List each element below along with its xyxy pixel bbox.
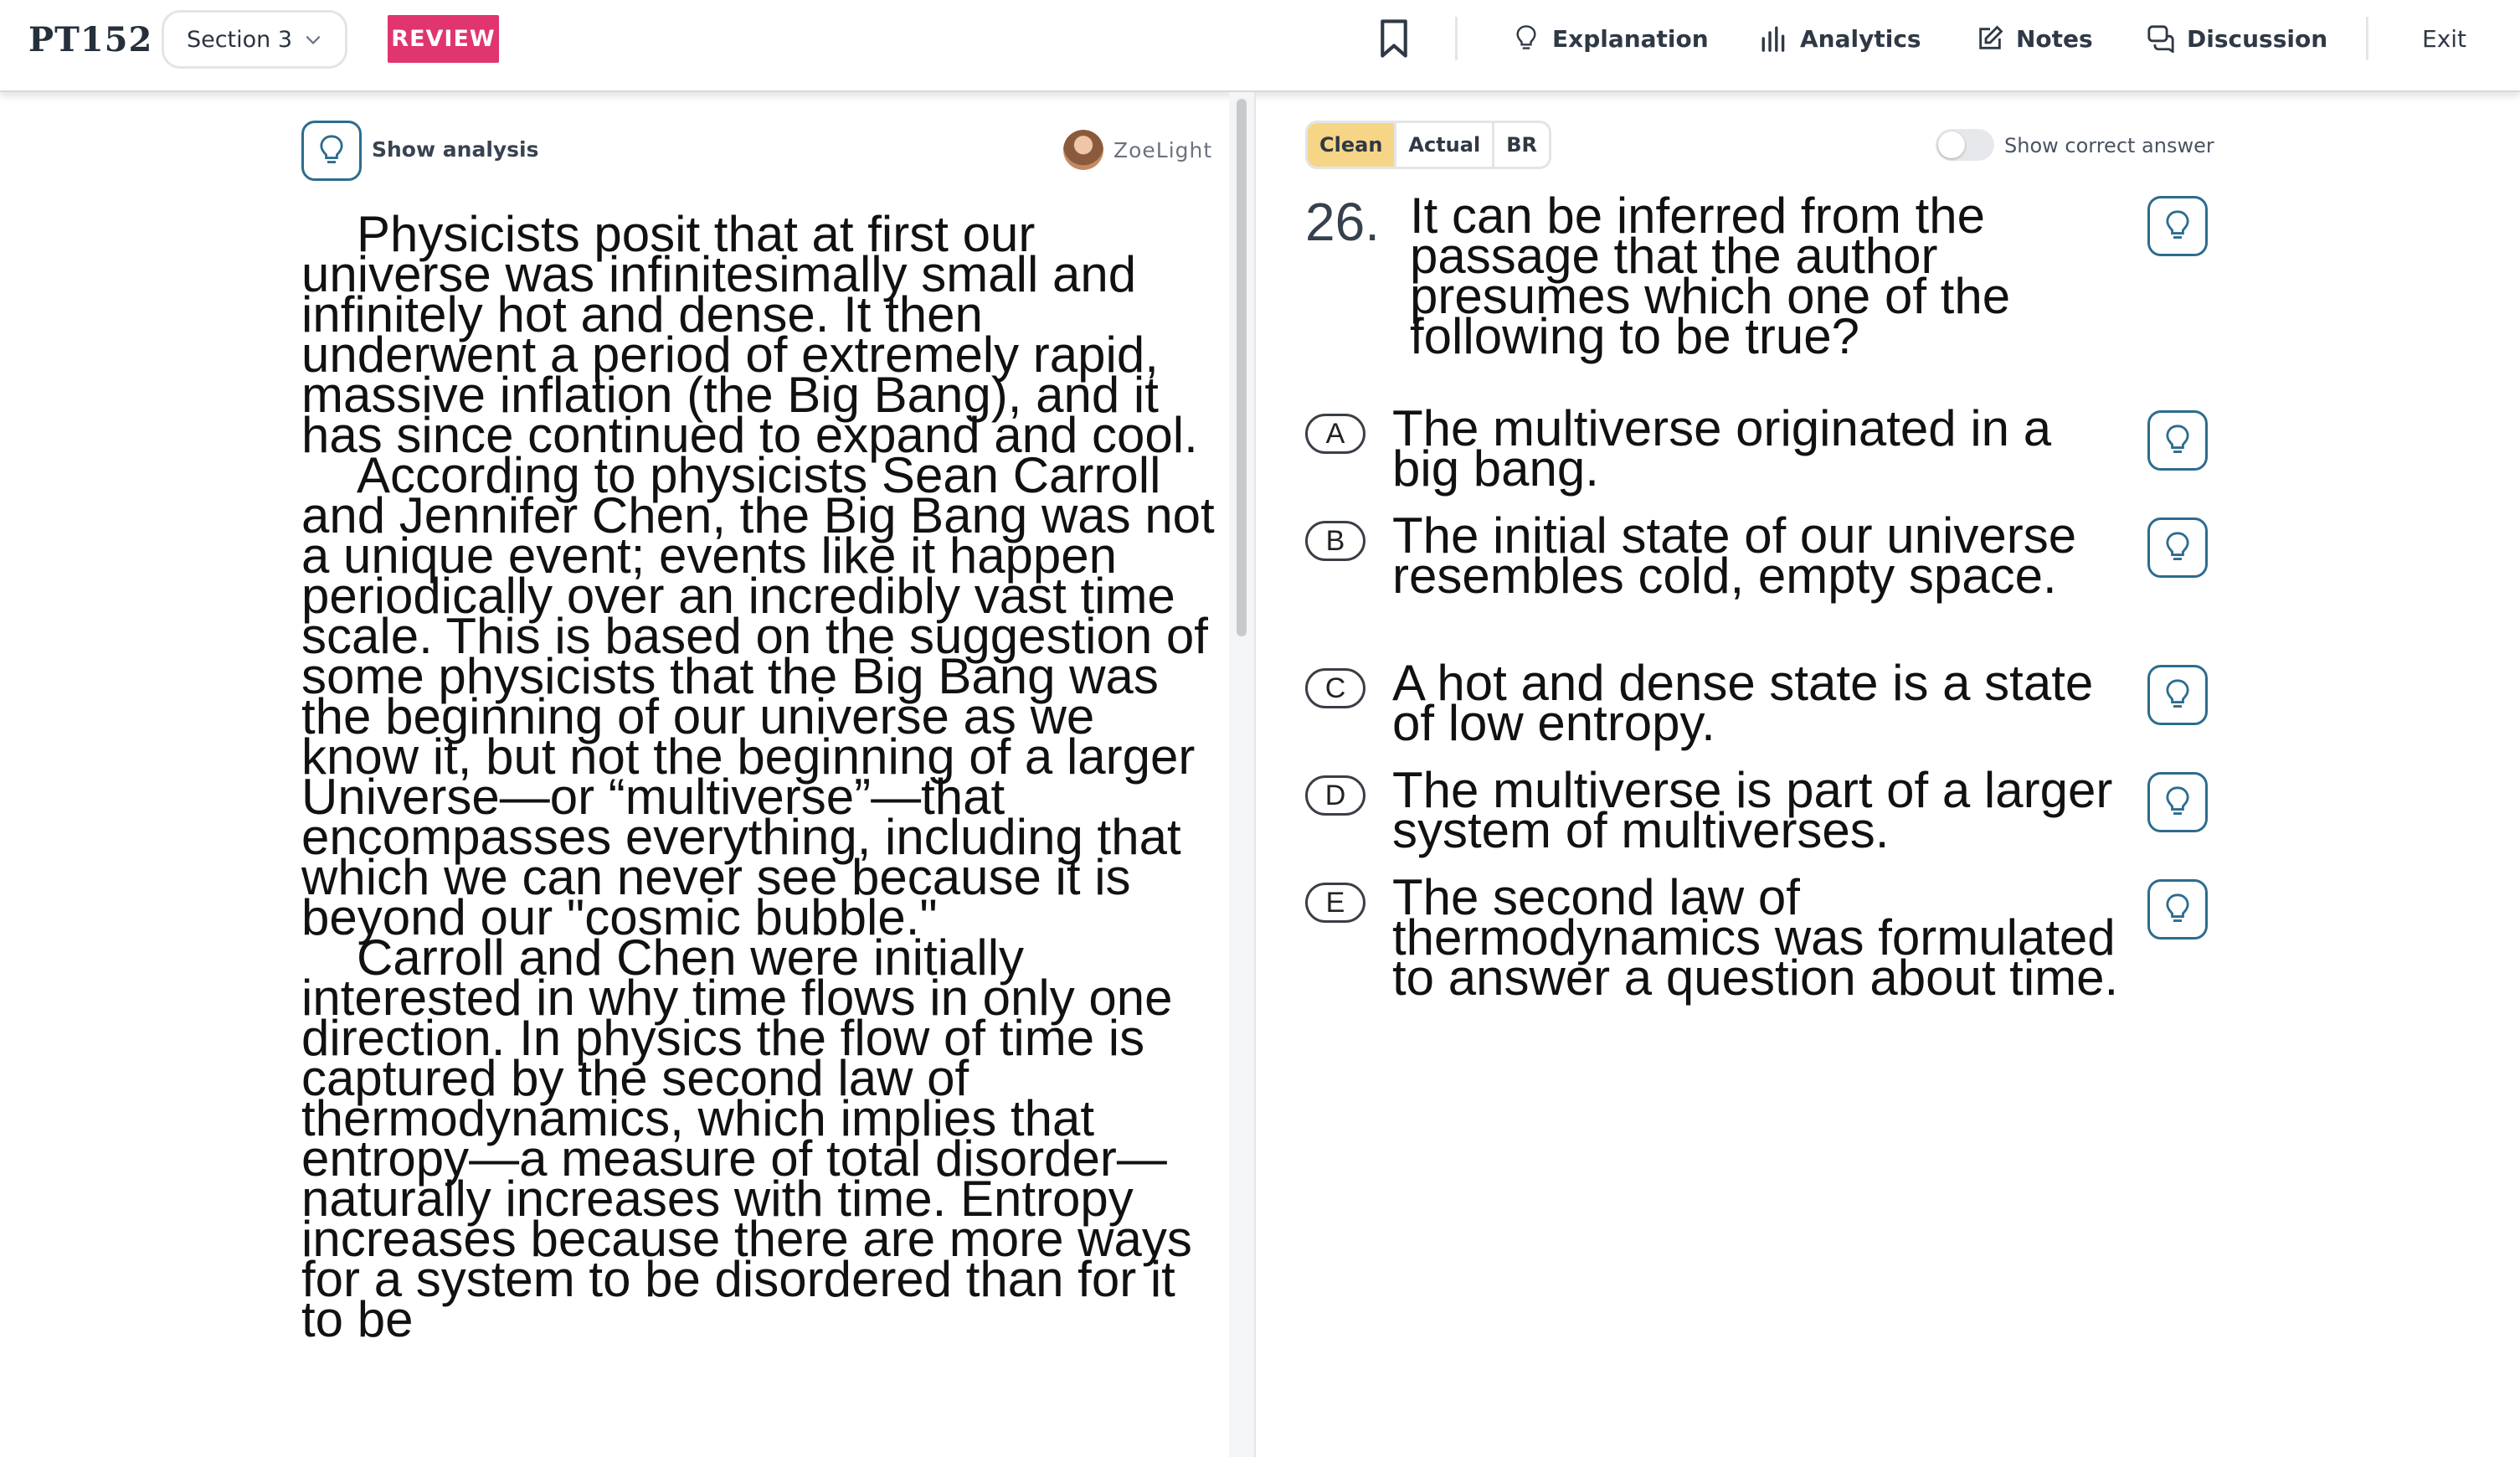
discussion-label: Discussion <box>2187 24 2328 53</box>
toolbar-divider <box>2366 17 2368 60</box>
toolbar-divider <box>1455 17 1458 60</box>
tab-actual[interactable]: Actual <box>1396 123 1495 167</box>
avatar[interactable] <box>1063 130 1103 170</box>
lightbulb-icon <box>2166 210 2189 239</box>
choice-e-text[interactable]: The second law of thermodynamics was for… <box>1392 873 2129 1003</box>
scrollbar-thumb[interactable] <box>1237 99 1247 636</box>
toggle-knob <box>1938 131 1965 158</box>
analytics-button[interactable]: Analytics <box>1760 20 1921 57</box>
choice-e-bubble[interactable]: E <box>1305 883 1365 923</box>
show-analysis-label[interactable]: Show analysis <box>372 137 539 162</box>
lightbulb-icon <box>2166 679 2189 708</box>
exit-label: Exit <box>2422 24 2467 53</box>
passage-text: Physicists posit that at first our unive… <box>301 206 1218 1347</box>
lightbulb-icon <box>2166 893 2189 922</box>
bookmark-icon[interactable] <box>1376 18 1412 59</box>
show-correct-answer-label[interactable]: Show correct answer <box>2004 134 2214 157</box>
lightbulb-icon <box>2166 425 2189 453</box>
choice-d-hint-button[interactable] <box>2147 772 2208 832</box>
mode-tabs: Clean Actual BR <box>1305 121 1551 169</box>
passage-paragraph: Physicists posit that at first our unive… <box>301 206 1198 463</box>
choice-b-text[interactable]: The initial state of our universe resemb… <box>1392 511 2129 601</box>
choice-a-bubble[interactable]: A <box>1305 414 1365 454</box>
chat-icon <box>2147 25 2174 53</box>
tab-br[interactable]: BR <box>1494 123 1549 167</box>
lightbulb-icon <box>320 135 343 163</box>
choice-c-hint-button[interactable] <box>2147 665 2208 725</box>
choice-b-bubble[interactable]: B <box>1305 521 1365 561</box>
choice-d-text[interactable]: The multiverse is part of a larger syste… <box>1392 765 2129 856</box>
lightbulb-icon <box>1516 25 1536 49</box>
section-selector[interactable]: Section 3 <box>162 10 347 69</box>
notes-button[interactable]: Notes <box>1976 20 2093 57</box>
choice-a-hint-button[interactable] <box>2147 410 2208 471</box>
exit-button[interactable]: Exit <box>2422 20 2466 57</box>
explanation-label: Explanation <box>1552 24 1709 53</box>
tab-clean[interactable]: Clean <box>1308 123 1397 167</box>
show-correct-answer-toggle[interactable] <box>1936 129 1994 161</box>
top-bar: PT152 Section 3 REVIEW Explanation Analy… <box>0 0 2520 92</box>
notes-label: Notes <box>2016 24 2093 53</box>
question-hint-button[interactable] <box>2147 196 2208 256</box>
edit-icon <box>1979 25 2003 49</box>
choice-e-hint-button[interactable] <box>2147 879 2208 940</box>
review-badge: REVIEW <box>388 15 499 63</box>
chevron-down-icon <box>306 35 321 44</box>
lightbulb-icon <box>2166 786 2189 815</box>
test-logo: PT152 <box>28 20 153 59</box>
choice-d-bubble[interactable]: D <box>1305 775 1365 816</box>
analytics-label: Analytics <box>1800 24 1921 53</box>
passage-panel: Show analysis ZoeLight Physicists posit … <box>0 92 1239 1457</box>
explanation-button[interactable]: Explanation <box>1512 20 1709 57</box>
section-label: Section 3 <box>186 26 293 53</box>
passage-paragraph: According to physicists Sean Carroll and… <box>301 447 1215 945</box>
choice-b-hint-button[interactable] <box>2147 517 2208 578</box>
choice-a-text[interactable]: The multiverse originated in a big bang. <box>1392 404 2129 494</box>
show-analysis-button[interactable] <box>301 121 362 181</box>
choice-c-bubble[interactable]: C <box>1305 668 1365 708</box>
discussion-button[interactable]: Discussion <box>2147 20 2327 57</box>
choice-c-text[interactable]: A hot and dense state is a state of low … <box>1392 658 2129 749</box>
bar-chart-icon <box>1761 26 1785 52</box>
passage-paragraph: Carroll and Chen were initially interest… <box>301 929 1192 1347</box>
username[interactable]: ZoeLight <box>1113 138 1212 162</box>
lightbulb-icon <box>2166 532 2189 560</box>
question-stem: It can be inferred from the passage that… <box>1410 188 2011 364</box>
question-number: 26. <box>1305 192 1380 252</box>
